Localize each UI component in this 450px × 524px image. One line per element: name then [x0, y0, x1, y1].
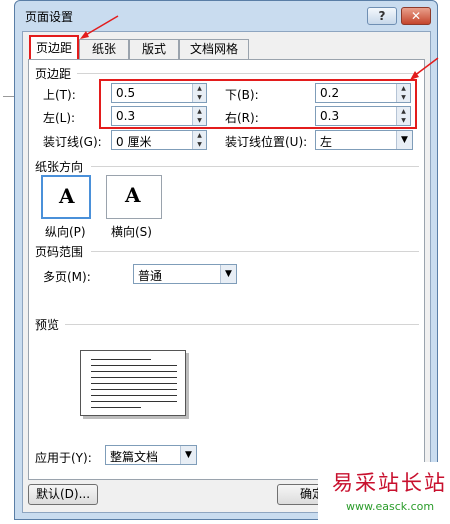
dropdown-arrow-icon[interactable]: ▼ — [180, 446, 196, 464]
landscape-label: 横向(S) — [111, 225, 152, 239]
dropdown-arrow-icon[interactable]: ▼ — [220, 265, 236, 283]
tab-margins[interactable]: 页边距 — [29, 35, 79, 60]
page-setup-dialog: 页面设置 ? ✕ 页边距 纸张 版式 文档网格 页边距 上(T): 0.5 ▲ ▼… — [14, 0, 438, 520]
gutter-input[interactable]: 0 厘米 ▲ ▼ — [111, 130, 207, 150]
preview-line — [91, 359, 151, 360]
apply-to-value: 整篇文档 — [110, 450, 159, 464]
portrait-page-icon: A — [59, 184, 75, 208]
left-margin-label: 左(L): — [43, 111, 76, 125]
top-margin-label: 上(T): — [43, 88, 76, 102]
tab-layout[interactable]: 版式 — [129, 39, 179, 59]
preview-line — [91, 395, 177, 396]
gutter-position-label: 装订线位置(U): — [225, 135, 308, 149]
preview-line — [91, 377, 177, 378]
window-title: 页面设置 — [25, 10, 74, 24]
preview-line — [91, 383, 177, 384]
document-rule — [3, 96, 14, 97]
margins-highlight-box — [99, 79, 417, 129]
default-button[interactable]: 默认(D)... — [28, 484, 98, 505]
preview-line — [91, 407, 141, 408]
portrait-option[interactable]: A — [41, 175, 91, 219]
spin-up-icon[interactable]: ▲ — [192, 131, 206, 140]
title-bar: 页面设置 ? ✕ — [15, 1, 437, 29]
orientation-section-title: 纸张方向 — [35, 160, 84, 174]
preview-section-title: 预览 — [35, 318, 60, 332]
dialog-client: 页边距 纸张 版式 文档网格 页边距 上(T): 0.5 ▲ ▼ 下(B): 0.… — [22, 31, 431, 513]
preview-line — [91, 365, 177, 366]
separator — [65, 324, 419, 325]
apply-to-label: 应用于(Y): — [35, 451, 92, 465]
preview-line — [91, 401, 177, 402]
page-preview — [80, 350, 186, 416]
multiple-pages-value: 普通 — [138, 269, 163, 283]
multiple-pages-select[interactable]: 普通 ▼ — [133, 264, 237, 284]
gutter-stepper[interactable]: ▲ ▼ — [192, 131, 206, 149]
dropdown-arrow-icon[interactable]: ▼ — [396, 131, 412, 149]
apply-to-select[interactable]: 整篇文档 ▼ — [105, 445, 197, 465]
margins-section-title: 页边距 — [35, 67, 72, 81]
preview-line — [91, 389, 177, 390]
preview-line — [91, 371, 177, 372]
landscape-option[interactable]: A — [106, 175, 162, 219]
tab-document-grid[interactable]: 文档网格 — [179, 39, 249, 59]
gutter-value: 0 厘米 — [116, 135, 152, 149]
gutter-position-select[interactable]: 左 ▼ — [315, 130, 413, 150]
multiple-pages-label: 多页(M): — [43, 270, 91, 284]
spin-down-icon[interactable]: ▼ — [192, 140, 206, 149]
separator — [91, 166, 419, 167]
tab-page-margins: 页边距 上(T): 0.5 ▲ ▼ 下(B): 0.2 ▲ ▼ 左(L): 0.3 … — [28, 59, 425, 480]
landscape-page-icon: A — [125, 183, 141, 207]
close-button[interactable]: ✕ — [401, 7, 431, 25]
tab-paper[interactable]: 纸张 — [79, 39, 129, 59]
separator — [91, 251, 419, 252]
watermark: 易采站长站 www.easck.com — [318, 462, 450, 524]
pages-section-title: 页码范围 — [35, 245, 84, 259]
gutter-label: 装订线(G): — [43, 135, 102, 149]
background-document — [0, 0, 14, 524]
help-button[interactable]: ? — [367, 7, 397, 25]
watermark-text: 易采站长站 — [332, 471, 447, 495]
portrait-label: 纵向(P) — [45, 225, 86, 239]
separator — [77, 73, 419, 74]
watermark-url: www.easck.com — [346, 500, 435, 513]
gutter-position-value: 左 — [320, 135, 333, 149]
